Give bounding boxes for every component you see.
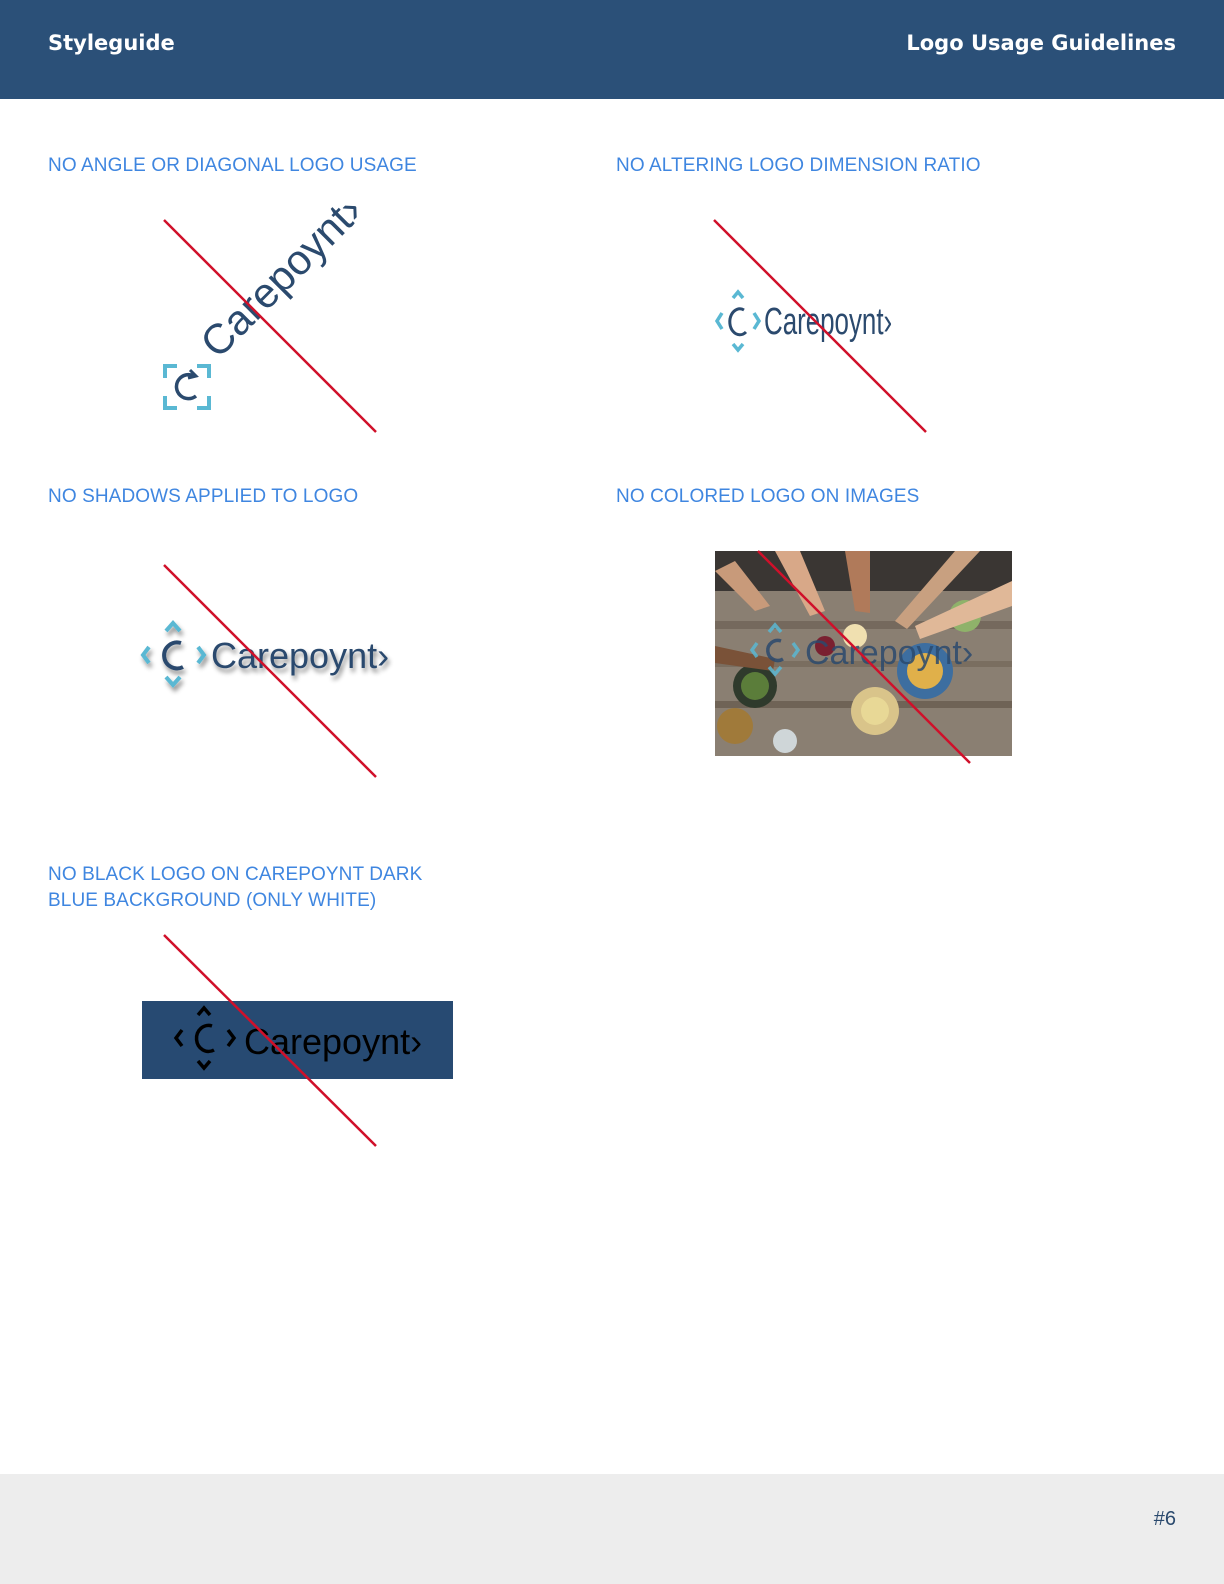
logo-on-image-example: Carepoynt› (715, 550, 1012, 764)
logo-icon-chevrons (714, 289, 762, 353)
squished-wordmark: Carepoynt› (764, 300, 892, 342)
overlay-wordmark: Carepoynt› (805, 634, 973, 672)
black-logo-on-blue-example: Carepoynt› (142, 934, 453, 1147)
angled-wordmark: Carepoynt› (191, 186, 371, 366)
shadowed-wordmark: Carepoynt› (211, 635, 389, 676)
rule-title-line-2: BLUE BACKGROUND (ONLY WHITE) (48, 890, 377, 911)
strike-line (163, 219, 377, 433)
rule-title-angle: NO ANGLE OR DIAGONAL LOGO USAGE (48, 155, 417, 176)
angled-logo-example: Carepoynt› (163, 186, 377, 433)
rule-title-dark-blue: NO BLACK LOGO ON CAREPOYNT DARK BLUE BAC… (48, 862, 422, 914)
strike-line (713, 219, 927, 433)
shadowed-logo-example: Carepoynt› (140, 564, 389, 778)
logo-c-mark (162, 640, 184, 671)
section-title: Logo Usage Guidelines (906, 31, 1176, 55)
rule-title-shadows: NO SHADOWS APPLIED TO LOGO (48, 486, 359, 507)
page-footer: #6 (0, 1474, 1224, 1584)
styleguide-title: Styleguide (48, 31, 175, 55)
squished-logo-example: Carepoynt› (713, 219, 927, 433)
logo-c-mark (728, 307, 748, 337)
rule-title-line-1: NO BLACK LOGO ON CAREPOYNT DARK (48, 864, 423, 885)
page-header: Styleguide Logo Usage Guidelines (0, 0, 1224, 99)
logo-icon-brackets (163, 364, 211, 410)
rule-title-ratio: NO ALTERING LOGO DIMENSION RATIO (616, 155, 981, 176)
rule-title-images: NO COLORED LOGO ON IMAGES (616, 486, 920, 507)
page-number: #6 (1153, 1508, 1176, 1530)
logo-icon-chevrons (140, 619, 207, 689)
